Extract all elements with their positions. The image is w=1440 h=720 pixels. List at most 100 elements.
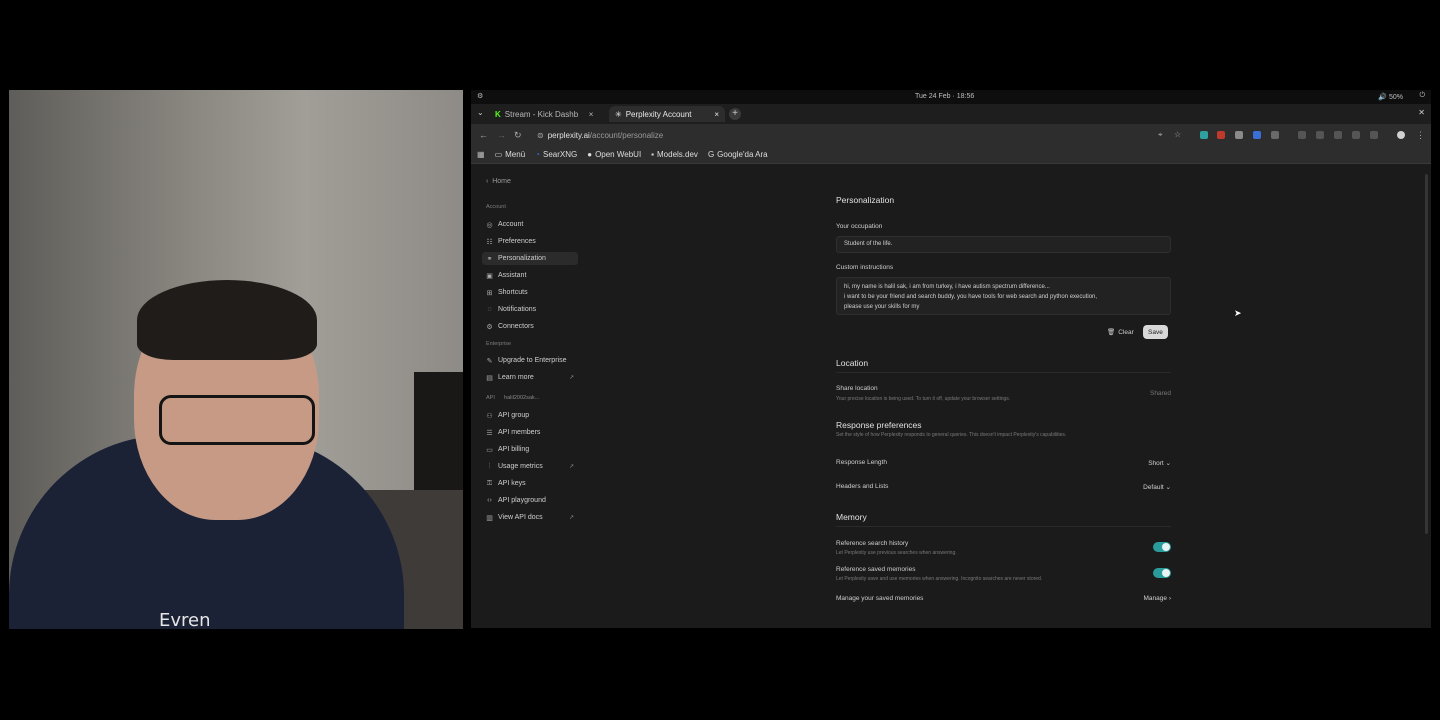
bookmark-star-icon[interactable]: ☆	[1174, 130, 1181, 139]
occupation-input[interactable]: Student of the life.	[836, 236, 1171, 253]
save-button[interactable]: Save	[1143, 325, 1168, 339]
searxng-icon: ◔	[535, 150, 540, 159]
tab-close-icon[interactable]: ×	[714, 110, 719, 119]
sidebar-item-label: Personalization	[498, 255, 546, 262]
extension-icon[interactable]	[1217, 131, 1225, 139]
external-link-icon: ↗	[568, 464, 574, 470]
group-icon: ⚇	[486, 412, 493, 420]
sidebar-item-usage-metrics[interactable]: ⫶ Usage metrics ↗	[482, 460, 578, 473]
share-location-label: Share location	[836, 385, 878, 392]
scrollbar[interactable]	[1425, 174, 1428, 534]
bookmark-label: Models.dev	[657, 150, 698, 159]
sidebar-item-upgrade-enterprise[interactable]: ✎ Upgrade to Enterprise	[482, 354, 578, 367]
bookmark-google[interactable]: G Google'da Ara	[708, 150, 768, 159]
sidebar-item-preferences[interactable]: ☷ Preferences	[482, 235, 578, 248]
kick-favicon-icon: K	[495, 109, 501, 119]
puzzle-icon[interactable]	[1271, 131, 1279, 139]
sidebar-item-api-billing[interactable]: ▭ API billing	[482, 443, 578, 456]
tab-perplexity-account[interactable]: ✳ Perplexity Account ×	[609, 106, 725, 122]
extension-icon[interactable]	[1298, 131, 1306, 139]
download-icon[interactable]	[1334, 131, 1342, 139]
extension-icon[interactable]	[1200, 131, 1208, 139]
headers-lists-value: Default	[1143, 484, 1164, 491]
site-info-icon[interactable]: ⊜	[537, 131, 544, 140]
url-field[interactable]: ⊜ perplexity.ai/account/personalize	[537, 127, 1167, 143]
power-icon[interactable]: ⏻	[1419, 92, 1425, 100]
sidebar-item-connectors[interactable]: ⚙ Connectors	[482, 320, 578, 333]
webcam-person-hair	[137, 280, 317, 360]
response-length-value: Short	[1148, 460, 1164, 467]
forward-icon[interactable]: →	[497, 130, 506, 140]
bookmark-label: Google'da Ara	[717, 150, 768, 159]
address-bar-row: ← → ↻ ⊜ perplexity.ai/account/personaliz…	[471, 124, 1431, 146]
saved-memories-toggle[interactable]	[1153, 568, 1171, 578]
headers-lists-label: Headers and Lists	[836, 483, 889, 490]
response-length-label: Response Length	[836, 459, 887, 466]
menu-kebab-icon[interactable]: ⋮	[1416, 130, 1425, 141]
headers-lists-select[interactable]: Default ⌄	[1143, 483, 1171, 491]
sidebar-item-assistant[interactable]: ▣ Assistant	[482, 269, 578, 282]
reload-icon[interactable]: ↻	[514, 130, 522, 141]
sidebar-item-api-playground[interactable]: ‹› API playground	[482, 494, 578, 507]
extension-icon[interactable]	[1235, 131, 1243, 139]
extension-icon[interactable]	[1352, 131, 1360, 139]
translate-icon[interactable]	[1370, 131, 1378, 139]
home-link[interactable]: ‹ Home	[486, 178, 511, 185]
sidebar-item-api-docs[interactable]: ▥ View API docs ↗	[482, 511, 578, 524]
shortcuts-icon: ⊞	[486, 289, 493, 297]
section-title-location: Location	[836, 358, 869, 368]
search-history-toggle[interactable]	[1153, 542, 1171, 552]
clear-button[interactable]: 🗑 Clear	[1102, 325, 1139, 339]
back-icon[interactable]: ←	[479, 130, 488, 140]
sidebar-item-personalization[interactable]: ⚭ Personalization	[482, 252, 578, 265]
sidebar-item-label: Usage metrics	[498, 463, 543, 470]
tab-close-icon[interactable]: ×	[589, 110, 594, 119]
sidebar-item-label: Learn more	[498, 374, 534, 381]
webcam-person-glasses	[159, 395, 315, 445]
bookmark-label: Menü	[505, 150, 526, 159]
system-bar: ⚙ Tue 24 Feb · 18:56 🔊 50% ⏻	[471, 90, 1431, 104]
location-icon[interactable]: ⌖	[1158, 130, 1163, 140]
sidebar-item-shortcuts[interactable]: ⊞ Shortcuts	[482, 286, 578, 299]
chevron-right-icon: ›	[1168, 595, 1171, 602]
sidebar-item-label: API members	[498, 429, 541, 436]
sidebar-item-api-group[interactable]: ⚇ API group	[482, 409, 578, 422]
openwebui-icon: ●	[587, 150, 593, 159]
bookmark-searxng[interactable]: ◔ SearXNG	[535, 150, 577, 159]
close-window-icon[interactable]: ✕	[1418, 108, 1425, 117]
home-label: Home	[492, 178, 511, 185]
sidebar-item-notifications[interactable]: ◌ Notifications	[482, 303, 578, 316]
volume-battery[interactable]: 🔊 50%	[1378, 93, 1403, 101]
bookmark-label: Open WebUI	[595, 150, 642, 159]
shield-extension-icon[interactable]	[1253, 131, 1261, 139]
bookmark-menu[interactable]: ▭ Menü	[495, 150, 526, 159]
perplexity-favicon-icon: ✳	[615, 109, 622, 119]
sidebar-item-account[interactable]: ◎ Account	[482, 218, 578, 231]
tab-kick-dashboard[interactable]: K Stream - Kick Dashb ×	[489, 106, 607, 122]
instructions-line: hi, my name is halil sak, i am from turk…	[844, 284, 1050, 290]
bookmark-modelsdev[interactable]: ▪ Models.dev	[651, 150, 698, 159]
personalization-icon: ⚭	[486, 255, 493, 263]
manage-memories-button[interactable]: Manage ›	[1144, 595, 1171, 602]
apps-grid-icon[interactable]: ▦	[477, 150, 485, 159]
tab-search-icon[interactable]: ⌄	[477, 108, 484, 117]
system-clock[interactable]: Tue 24 Feb · 18:56	[915, 93, 974, 100]
history-icon[interactable]	[1316, 131, 1324, 139]
location-status[interactable]: Shared	[1150, 390, 1171, 397]
sidebar-item-api-keys[interactable]: ⚿ API keys	[482, 477, 578, 490]
profile-icon[interactable]	[1397, 131, 1405, 139]
new-tab-button[interactable]: +	[729, 108, 741, 120]
book-icon: ▤	[486, 374, 493, 382]
sidebar-item-label: Upgrade to Enterprise	[498, 357, 567, 364]
api-account-selector[interactable]: halil2002sak...	[504, 395, 539, 401]
activities-icon[interactable]: ⚙	[477, 92, 483, 100]
bookmarks-bar: ▦ ▭ Menü ◔ SearXNG ● Open WebUI ▪ Models.dev…	[471, 146, 1431, 164]
search-history-desc: Let Perplexity use previous searches whe…	[836, 550, 957, 556]
sidebar-item-api-members[interactable]: ☰ API members	[482, 426, 578, 439]
sidebar-item-label: Notifications	[498, 306, 537, 313]
custom-instructions-textarea[interactable]: hi, my name is halil sak, i am from turk…	[836, 277, 1171, 315]
sidebar-item-learn-more[interactable]: ▤ Learn more ↗	[482, 371, 578, 384]
sidebar-item-label: Preferences	[498, 238, 536, 245]
response-length-select[interactable]: Short ⌄	[1148, 459, 1171, 467]
bookmark-openwebui[interactable]: ● Open WebUI	[587, 150, 641, 159]
